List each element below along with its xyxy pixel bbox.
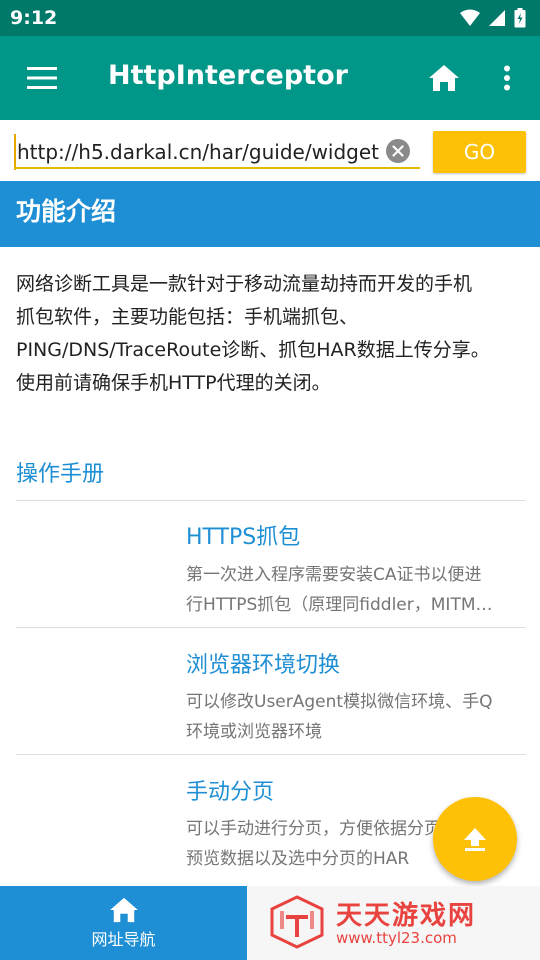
divider xyxy=(16,627,526,628)
watermark-url: www.ttyl23.com xyxy=(336,929,457,947)
intro-line: 抓包软件，主要功能包括：手机端抓包、 xyxy=(16,306,359,328)
manual-item-desc-line: 第一次进入程序需要安装CA证书以便进 xyxy=(186,565,482,585)
more-options-button[interactable] xyxy=(490,58,524,98)
home-button[interactable] xyxy=(424,58,464,98)
divider xyxy=(16,500,526,501)
url-input[interactable] xyxy=(14,134,380,170)
intro-line: 网络诊断工具是一款针对于移动流量劫持而开发的手机 xyxy=(16,273,473,295)
divider xyxy=(16,754,526,755)
status-bar: 9:12 xyxy=(0,0,540,36)
url-underline xyxy=(14,167,420,169)
intro-line: 使用前请确保手机HTTP代理的关闭。 xyxy=(16,372,331,394)
clear-icon xyxy=(392,145,404,157)
manual-item-title[interactable]: HTTPS抓包 xyxy=(186,519,300,551)
intro-line: PING/DNS/TraceRoute诊断、抓包HAR数据上传分享。 xyxy=(16,339,490,361)
tab-label: 网址导航 xyxy=(91,929,156,949)
signal-icon xyxy=(489,10,505,26)
home-icon xyxy=(429,65,459,91)
status-icons xyxy=(460,8,526,28)
manual-item-desc-line: 环境或浏览器环境 xyxy=(186,722,322,742)
more-vert-icon xyxy=(504,65,510,91)
app-bar: HttpInterceptor xyxy=(0,36,540,120)
go-button[interactable]: GO xyxy=(433,131,526,173)
home-icon xyxy=(109,897,138,922)
watermark-title: 天天游戏网 xyxy=(336,901,477,931)
upload-fab[interactable] xyxy=(433,797,517,881)
tab-url-navigation[interactable]: 网址导航 xyxy=(0,886,247,960)
clear-url-button[interactable] xyxy=(386,139,410,163)
section-header: 功能介绍 xyxy=(0,181,540,247)
watermark-logo-icon xyxy=(270,895,324,949)
watermark: 天天游戏网 www.ttyl23.com xyxy=(268,893,534,953)
status-time: 9:12 xyxy=(10,7,58,29)
manual-item-title[interactable]: 浏览器环境切换 xyxy=(186,647,340,679)
wifi-icon xyxy=(460,9,480,26)
manual-item-desc-line: 行HTTPS抓包（原理同fiddler，MITM… xyxy=(186,595,493,615)
manual-item-desc: 可以修改UserAgent模拟微信环境、手Q 环境或浏览器环境 xyxy=(186,687,526,747)
manual-item-title[interactable]: 手动分页 xyxy=(186,774,274,806)
menu-button[interactable] xyxy=(22,61,62,95)
manual-item-desc: 第一次进入程序需要安装CA证书以便进 行HTTPS抓包（原理同fiddler，M… xyxy=(186,560,526,620)
battery-icon xyxy=(514,8,526,28)
upload-icon xyxy=(464,828,486,851)
manual-title: 操作手册 xyxy=(16,462,105,487)
menu-icon xyxy=(27,67,57,89)
manual-item-desc-line: 可以修改UserAgent模拟微信环境、手Q xyxy=(186,692,493,712)
intro-text: 网络诊断工具是一款针对于移动流量劫持而开发的手机 抓包软件，主要功能包括：手机端… xyxy=(16,268,528,400)
app-title: HttpInterceptor xyxy=(108,60,348,91)
